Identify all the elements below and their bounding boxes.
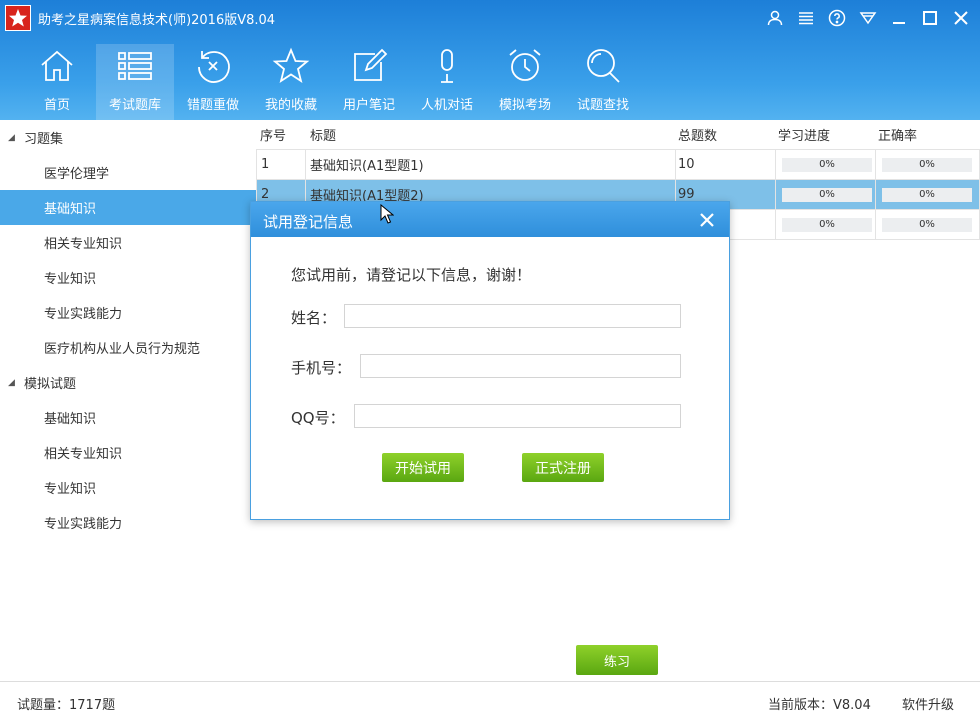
tree-item[interactable]: 专业知识 <box>0 260 256 295</box>
tree-item[interactable]: 相关专业知识 <box>0 225 256 260</box>
tool-favorites[interactable]: 我的收藏 <box>252 44 330 120</box>
accuracy-bar: 0% <box>882 217 972 232</box>
main-toolbar: 首页 考试题库 错题重做 我的收藏 用户笔记 人机对话 模拟考场 试题查找 <box>18 44 642 120</box>
collapse-arrow-icon[interactable]: ◢ <box>8 133 24 143</box>
accuracy-bar: 0% <box>882 187 972 202</box>
progress-bar: 0% <box>782 157 872 172</box>
window-title: 助考之星病案信息技术(师)2016版V8.04 <box>38 13 276 28</box>
name-label: 姓名： <box>291 309 337 327</box>
tree-item-selected[interactable]: 基础知识 <box>0 190 256 225</box>
tool-wrong-redo[interactable]: 错题重做 <box>174 44 252 120</box>
tool-dialogue[interactable]: 人机对话 <box>408 44 486 120</box>
tree-item[interactable]: 医学伦理学 <box>0 155 256 190</box>
tool-label: 模拟考场 <box>498 98 551 113</box>
tool-label: 考试题库 <box>108 98 161 113</box>
tree-item[interactable]: 医疗机构从业人员行为规范 <box>0 330 256 365</box>
user-icon[interactable] <box>761 6 788 30</box>
cell-total: 10 <box>676 149 776 180</box>
practice-button[interactable]: 练习 <box>576 645 658 675</box>
cell-index: 1 <box>256 149 306 180</box>
phone-label: 手机号： <box>291 359 352 377</box>
progress-bar: 0% <box>782 187 872 202</box>
app-header: 助考之星病案信息技术(师)2016版V8.04 首页 考试题库 错题重做 我的收… <box>0 0 980 120</box>
menu-list-icon[interactable] <box>792 6 819 30</box>
tool-label: 错题重做 <box>186 98 239 113</box>
cell-title: 基础知识(A1型题1) <box>306 149 676 180</box>
col-header-total: 总题数 <box>678 129 718 144</box>
tree-item[interactable]: 专业知识 <box>0 470 256 505</box>
tree-group-label: 习题集 <box>24 132 64 147</box>
dialog-message: 您试用前，请登记以下信息，谢谢！ <box>291 266 532 284</box>
col-header-title: 标题 <box>310 129 337 144</box>
tool-label: 首页 <box>43 98 70 113</box>
tree-group-label: 模拟试题 <box>24 377 77 392</box>
close-icon[interactable] <box>697 210 717 230</box>
upgrade-link[interactable]: 软件升级 <box>902 694 954 713</box>
tool-mock-exam[interactable]: 模拟考场 <box>486 44 564 120</box>
tool-home[interactable]: 首页 <box>18 44 96 120</box>
tool-notes[interactable]: 用户笔记 <box>330 44 408 120</box>
current-version: 当前版本：V8.04 <box>768 698 871 713</box>
dialog-header: 试用登记信息 <box>251 202 729 237</box>
skin-icon[interactable] <box>854 6 881 30</box>
trial-registration-dialog: 试用登记信息 您试用前，请登记以下信息，谢谢！ 姓名： 手机号： QQ号： 开始… <box>250 201 730 520</box>
qq-input[interactable] <box>354 404 681 428</box>
collapse-arrow-icon[interactable]: ◢ <box>8 378 24 388</box>
table-row[interactable]: 1 基础知识(A1型题1) 10 0% 0% <box>256 149 980 180</box>
redo-icon <box>198 51 230 83</box>
alarm-clock-icon <box>509 49 541 81</box>
close-window-icon[interactable] <box>947 6 974 30</box>
mouse-cursor-icon <box>380 204 394 224</box>
title-bar: 助考之星病案信息技术(师)2016版V8.04 <box>0 0 980 36</box>
microphone-icon <box>441 49 453 83</box>
tool-label: 试题查找 <box>576 98 629 113</box>
register-button[interactable]: 正式注册 <box>522 453 604 482</box>
tree-item[interactable]: 专业实践能力 <box>0 505 256 540</box>
progress-bar: 0% <box>782 217 872 232</box>
minimize-icon[interactable] <box>885 6 912 30</box>
col-header-index: 序号 <box>260 129 287 144</box>
tool-label: 我的收藏 <box>264 98 317 113</box>
phone-input[interactable] <box>360 354 681 378</box>
tree-item[interactable]: 基础知识 <box>0 400 256 435</box>
qq-label: QQ号： <box>291 409 345 427</box>
question-count: 试题量：1717题 <box>17 698 116 713</box>
accuracy-bar: 0% <box>882 157 972 172</box>
table-header: 序号 标题 总题数 学习进度 正确率 <box>256 120 980 150</box>
home-icon <box>41 50 73 81</box>
tool-question-bank[interactable]: 考试题库 <box>96 44 174 120</box>
tree-group-exercises[interactable]: ◢ 习题集 <box>0 120 256 155</box>
col-header-accuracy: 正确率 <box>878 129 918 144</box>
search-icon <box>587 49 620 83</box>
tool-label: 用户笔记 <box>342 98 395 113</box>
dialog-title: 试用登记信息 <box>263 213 354 231</box>
note-icon <box>354 48 388 81</box>
col-header-progress: 学习进度 <box>778 129 831 144</box>
status-bar: 试题量：1717题 当前版本：V8.04 软件升级 <box>0 681 980 720</box>
start-trial-button[interactable]: 开始试用 <box>382 453 464 482</box>
list-icon <box>118 52 152 80</box>
maximize-icon[interactable] <box>916 6 943 30</box>
star-icon <box>272 47 310 84</box>
tree-item[interactable]: 专业实践能力 <box>0 295 256 330</box>
help-icon[interactable] <box>823 6 850 30</box>
tree-group-mock[interactable]: ◢ 模拟试题 <box>0 365 256 400</box>
app-logo-icon <box>5 5 31 31</box>
tool-search[interactable]: 试题查找 <box>564 44 642 120</box>
name-input[interactable] <box>344 304 681 328</box>
tool-label: 人机对话 <box>420 98 473 113</box>
tree-item[interactable]: 相关专业知识 <box>0 435 256 470</box>
sidebar-tree: ◢ 习题集 医学伦理学 基础知识 相关专业知识 专业知识 专业实践能力 医疗机构… <box>0 120 256 681</box>
